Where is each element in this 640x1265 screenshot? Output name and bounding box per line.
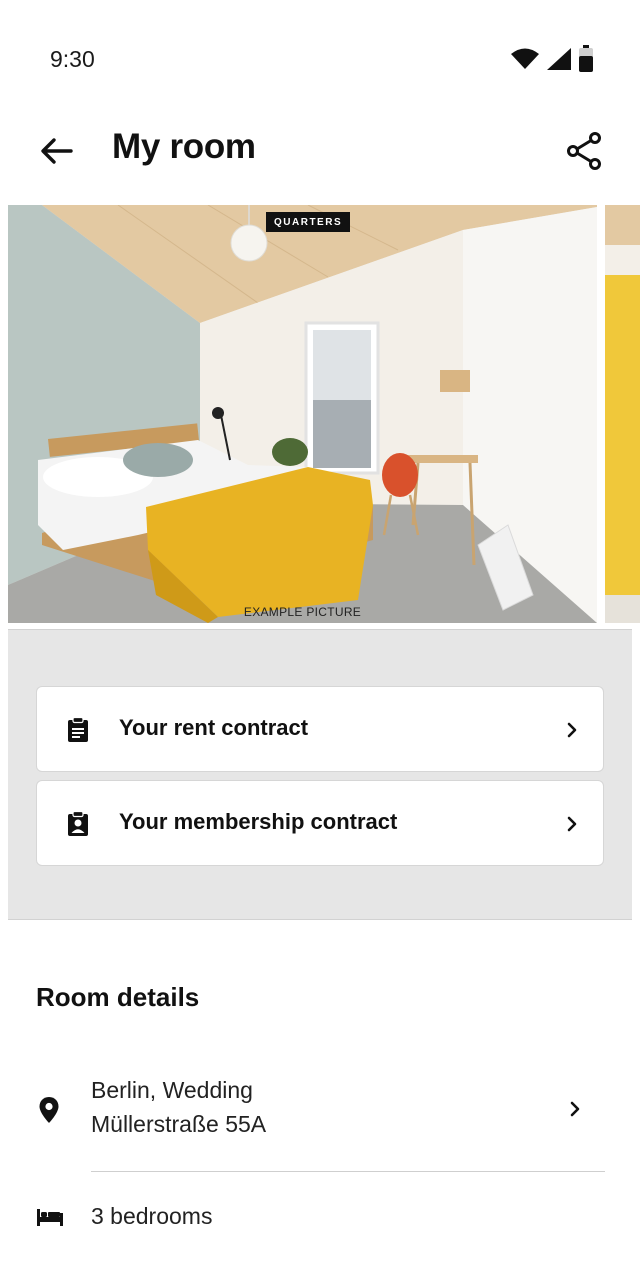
page-title: My room bbox=[112, 127, 256, 166]
bed-icon bbox=[37, 1209, 63, 1226]
divider bbox=[91, 1171, 605, 1172]
my-room-screen: 9:30 My room QUARTERS EXAMPLE PICTURE Yo… bbox=[0, 0, 640, 1265]
room-details-heading: Room details bbox=[36, 982, 200, 1012]
address-row[interactable]: Berlin, Wedding Müllerstraße 55A bbox=[0, 1060, 640, 1160]
next-photo-peek[interactable] bbox=[605, 205, 640, 623]
brand-badge: QUARTERS bbox=[266, 212, 351, 232]
bedrooms-row: 3 bedrooms bbox=[0, 1195, 640, 1245]
membership-contract-card[interactable]: Your membership contract bbox=[36, 780, 604, 866]
share-icon bbox=[567, 132, 601, 170]
back-button[interactable] bbox=[36, 131, 76, 171]
next-photo-illustration bbox=[605, 205, 640, 623]
rent-contract-label: Your rent contract bbox=[119, 715, 309, 740]
cellular-signal-icon bbox=[547, 48, 571, 70]
rent-contract-card[interactable]: Your rent contract bbox=[36, 686, 604, 772]
clipboard-account-icon bbox=[68, 811, 88, 836]
battery-icon bbox=[579, 45, 593, 72]
address-city: Berlin, Wedding bbox=[91, 1077, 253, 1103]
chevron-right-icon bbox=[570, 1101, 580, 1117]
status-icons bbox=[510, 45, 594, 73]
contracts-section: Your rent contract Your membership contr… bbox=[8, 629, 632, 920]
bedrooms-count: 3 bedrooms bbox=[91, 1203, 213, 1229]
clipboard-icon bbox=[68, 717, 88, 742]
status-time: 9:30 bbox=[50, 45, 95, 72]
address-street: Müllerstraße 55A bbox=[91, 1111, 267, 1137]
wifi-icon bbox=[511, 48, 539, 69]
chevron-right-icon bbox=[567, 816, 577, 832]
membership-contract-label: Your membership contract bbox=[119, 809, 398, 834]
room-illustration bbox=[8, 205, 597, 623]
share-button[interactable] bbox=[562, 129, 606, 173]
photo-carousel[interactable]: QUARTERS EXAMPLE PICTURE bbox=[0, 205, 640, 623]
status-bar: 9:30 bbox=[0, 0, 640, 110]
room-photo[interactable]: QUARTERS EXAMPLE PICTURE bbox=[8, 205, 597, 623]
app-bar: My room bbox=[0, 115, 640, 185]
arrow-left-icon bbox=[41, 138, 73, 164]
example-picture-caption: EXAMPLE PICTURE bbox=[243, 605, 362, 619]
chevron-right-icon bbox=[567, 722, 577, 738]
location-pin-icon bbox=[39, 1097, 59, 1123]
